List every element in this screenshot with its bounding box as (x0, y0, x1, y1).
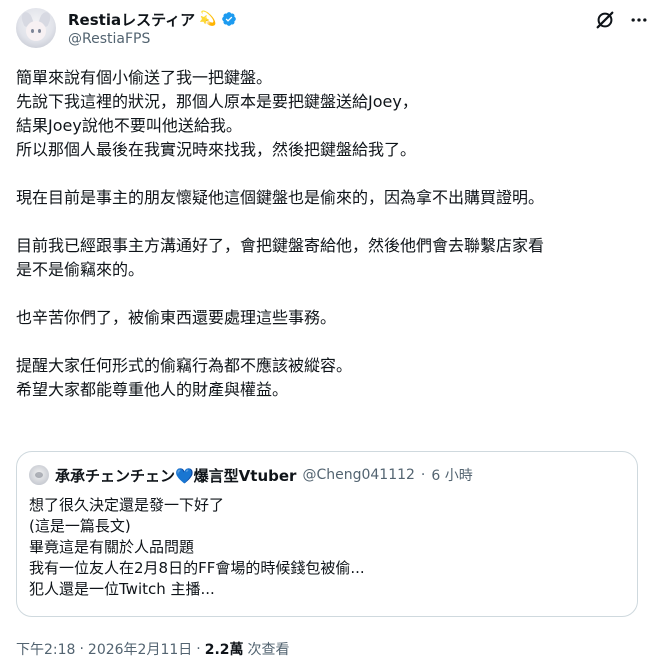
more-icon (631, 18, 647, 22)
author-name-row: Restiaレスティア 💫 (68, 8, 237, 30)
author-display-name[interactable]: Restiaレスティア (68, 9, 195, 30)
quoted-author-handle: @Cheng041112 (302, 467, 415, 483)
avatar-eye-right (38, 29, 41, 33)
views-count: 2.2萬 (204, 642, 244, 658)
avatar-eye-left (31, 29, 34, 33)
meta-separator-2: · (196, 641, 201, 657)
tweet-meta: 下午2:18 · 2026年2月11日 · 2.2萬 次查看 (16, 638, 290, 660)
quoted-tweet[interactable]: 承承チェンチェン💙爆言型Vtuber @Cheng041112 · 6 小時 想… (16, 451, 638, 617)
quoted-tweet-text: 想了很久決定還是發一下好了 (這是一篇長文) 畢竟這是有關於人品問題 我有一位友… (29, 496, 365, 598)
meta-separator: · (79, 641, 84, 657)
grok-icon (596, 11, 614, 29)
quoted-author-avatar (29, 465, 49, 485)
more-button[interactable] (627, 8, 651, 32)
views-label: 次查看 (247, 642, 290, 658)
tweet-date[interactable]: 2026年2月11日 (88, 639, 192, 659)
author-handle[interactable]: @RestiaFPS (68, 31, 150, 47)
tweet-time[interactable]: 下午2:18 (16, 639, 75, 659)
quoted-separator: · (420, 467, 426, 483)
quoted-author-name: 承承チェンチェン💙爆言型Vtuber (55, 466, 297, 485)
tweet-header: Restiaレスティア 💫 @RestiaFPS (16, 8, 651, 56)
author-avatar[interactable] (16, 8, 56, 48)
verified-badge-icon[interactable] (221, 11, 237, 27)
grok-button[interactable] (593, 8, 617, 32)
avatar-face (26, 21, 46, 41)
author-name-emoji: 💫 (199, 11, 217, 27)
tweet-text: 簡單來說有個小偷送了我一把鍵盤。 先說下我這裡的狀況，那個人原本是要把鍵盤送給J… (16, 68, 545, 399)
tweet-top-actions (593, 8, 651, 32)
quoted-time: 6 小時 (431, 468, 473, 484)
quoted-tweet-header: 承承チェンチェン💙爆言型Vtuber @Cheng041112 · 6 小時 (29, 464, 473, 486)
